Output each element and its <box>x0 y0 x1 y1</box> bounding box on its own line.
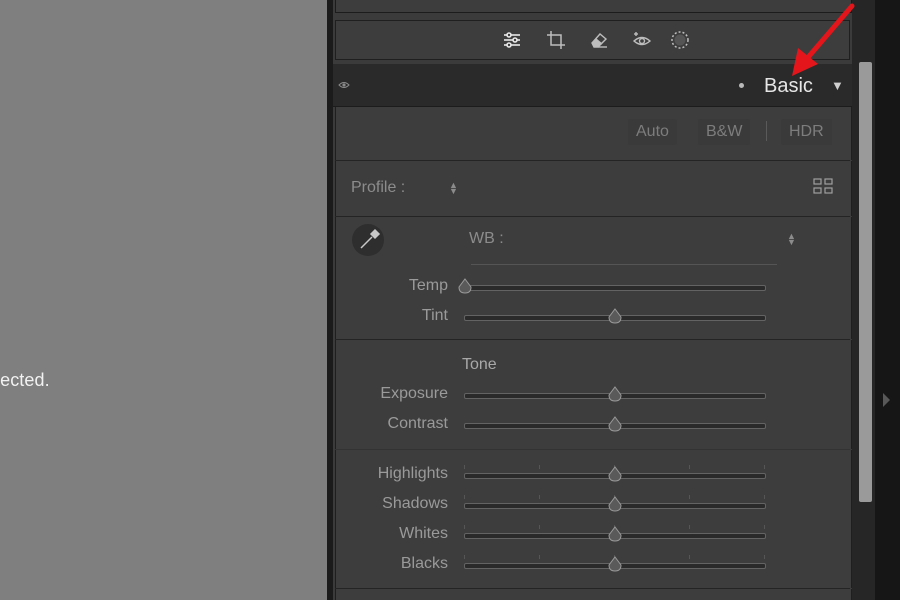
slider-label-whites: Whites <box>399 525 448 542</box>
slider-track-temp[interactable] <box>464 285 766 291</box>
profile-browser-grid-icon[interactable] <box>813 178 833 194</box>
slider-tick <box>539 465 540 469</box>
healing-eraser-icon[interactable] <box>587 28 611 52</box>
slider-thumb-highlights[interactable] <box>608 466 622 482</box>
slider-thumb-whites[interactable] <box>608 526 622 542</box>
slider-tick <box>764 465 765 469</box>
treatment-row: Auto B&W HDR <box>335 107 852 160</box>
slider-tick <box>689 555 690 559</box>
solo-mode-dot <box>739 83 744 88</box>
slider-thumb-exposure[interactable] <box>608 386 622 402</box>
slider-tick <box>464 555 465 559</box>
slider-tick <box>464 525 465 529</box>
slider-thumb-blacks[interactable] <box>608 556 622 572</box>
panel-top-edge <box>335 0 852 13</box>
red-eye-icon[interactable] <box>630 28 654 52</box>
visibility-eye-icon[interactable] <box>338 80 350 90</box>
tool-strip <box>335 20 850 60</box>
slider-tick <box>764 495 765 499</box>
slider-thumb-shadows[interactable] <box>608 496 622 512</box>
bw-button[interactable]: B&W <box>698 119 751 145</box>
wb-dropdown-icon[interactable]: ▲ ▼ <box>787 232 796 247</box>
slider-tick <box>689 495 690 499</box>
basic-section-header[interactable]: Basic ▼ <box>333 64 852 107</box>
wb-label: WB : <box>469 230 504 247</box>
slider-tick <box>764 525 765 529</box>
slider-thumb-tint[interactable] <box>608 308 622 324</box>
slider-tick <box>464 495 465 499</box>
white-balance-group: WB : ▲ ▼ Temp Tint <box>335 217 852 339</box>
slider-label-tint: Tint <box>421 307 448 324</box>
tone-title: Tone <box>462 356 497 373</box>
develop-right-panel: Basic ▼ Auto B&W HDR Profile : ▲ ▼ WB : ▲… <box>333 0 852 600</box>
slider-tick <box>464 465 465 469</box>
panel-collapse-arrow-icon[interactable] <box>883 393 890 407</box>
profile-dropdown-icon[interactable]: ▲ ▼ <box>449 181 458 196</box>
slider-label-highlights: Highlights <box>377 465 448 482</box>
panel-scrollbar-thumb[interactable] <box>859 62 872 502</box>
slider-label-temp: Temp <box>408 277 448 294</box>
profile-label: Profile : <box>351 179 406 196</box>
profile-row: Profile : ▲ ▼ <box>335 161 852 216</box>
slider-thumb-contrast[interactable] <box>608 416 622 432</box>
red-annotation-arrow <box>792 3 855 76</box>
slider-label-exposure: Exposure <box>380 385 448 402</box>
slider-tick <box>689 465 690 469</box>
crop-icon[interactable] <box>544 28 568 52</box>
slider-tick <box>539 555 540 559</box>
slider-tick <box>539 525 540 529</box>
right-edge-strip <box>875 0 900 600</box>
treatment-separator <box>766 121 767 141</box>
canvas-message: lected. <box>0 370 50 390</box>
wb-dropdown-underline <box>471 264 777 265</box>
hdr-button[interactable]: HDR <box>781 119 832 145</box>
slider-thumb-temp[interactable] <box>458 278 472 294</box>
slider-label-shadows: Shadows <box>382 495 448 512</box>
presence-group: Highlights Shadows Whites Blacks <box>335 450 852 588</box>
next-section-edge <box>335 589 852 600</box>
edit-sliders-icon[interactable] <box>500 28 524 52</box>
slider-tick <box>539 495 540 499</box>
masking-icon[interactable] <box>668 28 692 52</box>
slider-tick <box>689 525 690 529</box>
slider-label-contrast: Contrast <box>387 415 448 432</box>
wb-eyedropper-icon[interactable] <box>352 224 384 256</box>
collapse-triangle-icon[interactable]: ▼ <box>831 78 844 93</box>
slider-tick <box>764 555 765 559</box>
auto-button[interactable]: Auto <box>628 119 677 145</box>
tone-group: Tone Exposure Contrast <box>335 340 852 449</box>
slider-label-blacks: Blacks <box>400 555 448 572</box>
image-canvas: lected. <box>0 0 327 600</box>
